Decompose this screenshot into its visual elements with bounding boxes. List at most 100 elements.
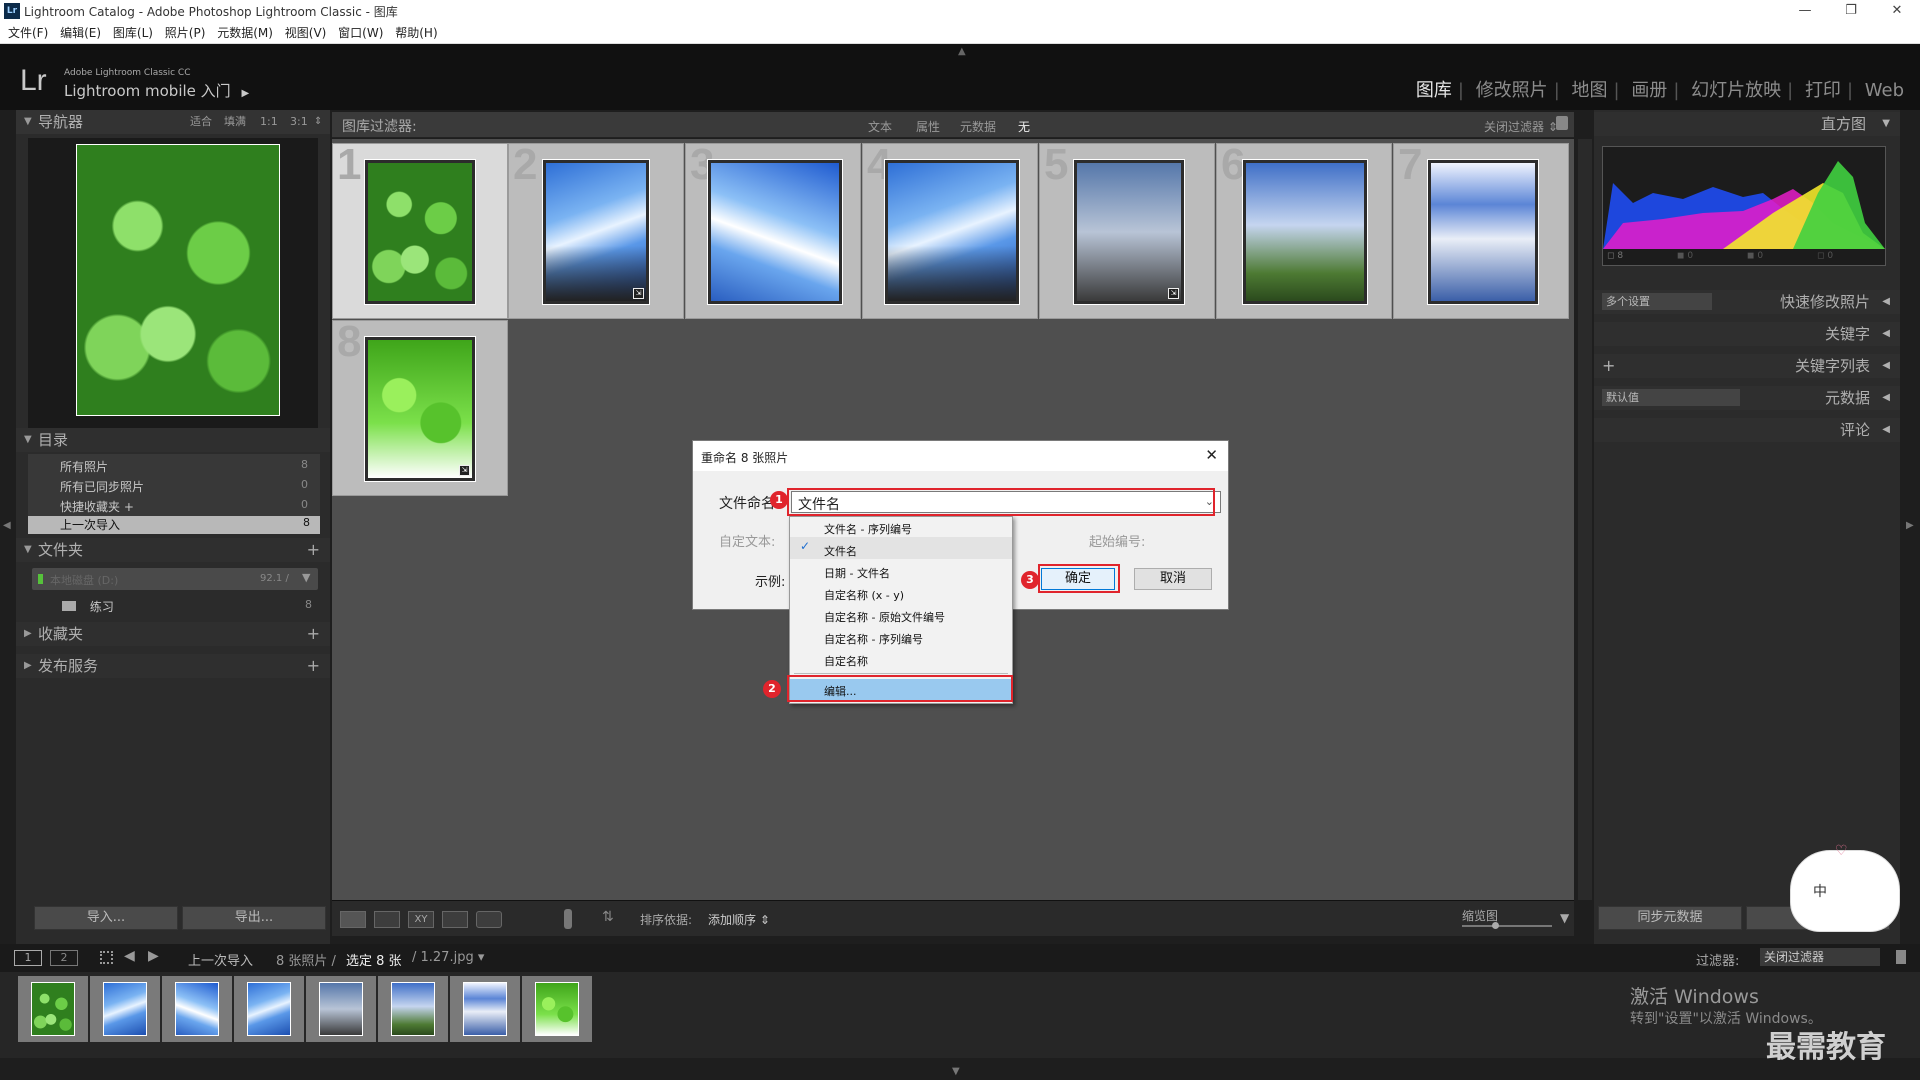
module-print[interactable]: 打印 bbox=[1805, 80, 1841, 101]
ime-cat-widget[interactable]: 中 ♡ bbox=[1790, 843, 1900, 932]
navigator-header[interactable]: ▼ 导航器 适合 填满 1:1 3:1 ⇕ bbox=[16, 110, 330, 134]
add-collection-icon[interactable]: + bbox=[307, 622, 320, 646]
quick-develop-header[interactable]: 快速修改照片 ◀ 多个设置 bbox=[1594, 290, 1900, 314]
filmstrip-thumb[interactable] bbox=[234, 976, 304, 1042]
module-book[interactable]: 画册 bbox=[1631, 80, 1667, 101]
minimize-button[interactable]: — bbox=[1782, 0, 1828, 22]
filmstrip-thumb[interactable] bbox=[522, 976, 592, 1042]
loupe-view-icon[interactable] bbox=[374, 911, 400, 928]
photo-thumbnail[interactable] bbox=[1428, 160, 1538, 304]
catalog-item-previous-import[interactable]: 上一次导入 8 bbox=[28, 516, 320, 534]
menu-window[interactable]: 窗口(W) bbox=[338, 22, 383, 44]
filter-text[interactable]: 文本 bbox=[868, 118, 892, 135]
cancel-button[interactable]: 取消 bbox=[1134, 568, 1212, 590]
sort-order-select[interactable]: 添加顺序 ⇕ bbox=[708, 911, 770, 928]
photo-thumbnail[interactable] bbox=[885, 160, 1019, 304]
photo-thumbnail[interactable] bbox=[708, 160, 842, 304]
grid-cell[interactable]: 4 bbox=[862, 140, 1038, 319]
comments-header[interactable]: 评论 ◀ bbox=[1594, 418, 1900, 442]
menu-metadata[interactable]: 元数据(M) bbox=[217, 22, 273, 44]
restore-button[interactable]: ❐ bbox=[1828, 0, 1874, 22]
naming-option[interactable]: 自定名称 (x - y) bbox=[824, 587, 904, 603]
menu-view[interactable]: 视图(V) bbox=[285, 22, 327, 44]
thumbnail-size-slider[interactable] bbox=[1462, 922, 1552, 929]
module-develop[interactable]: 修改照片 bbox=[1476, 80, 1548, 101]
zoom-menu-arrow-icon[interactable]: ⇕ bbox=[314, 110, 322, 134]
naming-option[interactable]: 文件名 - 序列编号 bbox=[824, 521, 912, 537]
arrow-forward-icon[interactable]: ▶ bbox=[148, 948, 159, 964]
grid-cell[interactable]: 5 ⇲ bbox=[1039, 140, 1215, 319]
lock-icon[interactable] bbox=[1556, 116, 1568, 130]
dialog-close-button[interactable]: ✕ bbox=[1205, 446, 1218, 464]
filmstrip-thumb[interactable] bbox=[162, 976, 232, 1042]
filter-metadata[interactable]: 元数据 bbox=[960, 118, 996, 135]
grid-view-icon[interactable] bbox=[340, 911, 366, 928]
folder-item[interactable]: 练习 8 bbox=[62, 598, 320, 615]
arrow-back-icon[interactable]: ◀ bbox=[124, 948, 135, 964]
collections-header[interactable]: ▶ 收藏夹 + bbox=[16, 622, 330, 646]
filter-none[interactable]: 无 bbox=[1018, 118, 1030, 135]
close-window-button[interactable]: ✕ bbox=[1874, 0, 1920, 22]
current-file-name[interactable]: / 1.27.jpg ▾ bbox=[412, 950, 484, 965]
grid-cell[interactable]: 3 bbox=[685, 140, 861, 319]
add-publish-icon[interactable]: + bbox=[307, 654, 320, 678]
navigator-preview[interactable] bbox=[28, 138, 318, 430]
naming-option[interactable]: 自定名称 bbox=[824, 653, 868, 669]
filter-attribute[interactable]: 属性 bbox=[916, 118, 940, 135]
filter-lock-icon[interactable] bbox=[1896, 950, 1906, 964]
naming-option[interactable]: 自定名称 - 序列编号 bbox=[824, 631, 923, 647]
menu-photo[interactable]: 照片(P) bbox=[165, 22, 206, 44]
sync-metadata-button[interactable]: 同步元数据 bbox=[1598, 906, 1742, 930]
naming-option[interactable]: 自定名称 - 原始文件编号 bbox=[824, 609, 945, 625]
naming-option[interactable]: 日期 - 文件名 bbox=[824, 565, 890, 581]
add-folder-icon[interactable]: + bbox=[307, 538, 320, 562]
keywording-header[interactable]: 关键字 ◀ bbox=[1594, 322, 1900, 346]
filmstrip-thumb[interactable] bbox=[90, 976, 160, 1042]
keyword-list-header[interactable]: + 关键字列表 ◀ bbox=[1594, 354, 1900, 378]
photo-thumbnail[interactable]: ⇲ bbox=[365, 337, 475, 481]
chevron-down-icon[interactable]: ▼ bbox=[302, 571, 310, 584]
mobile-start-link[interactable]: Lightroom mobile 入门 ▶ bbox=[64, 80, 249, 101]
publish-services-header[interactable]: ▶ 发布服务 + bbox=[16, 654, 330, 678]
main-window-button[interactable]: 1 bbox=[14, 950, 42, 966]
histogram[interactable]: ◻ 8 ◼ 0 ◼ 0 ◻ 0 bbox=[1602, 146, 1886, 266]
filmstrip-thumb[interactable] bbox=[306, 976, 376, 1042]
naming-option[interactable]: 文件名 bbox=[824, 543, 857, 559]
add-keyword-icon[interactable]: + bbox=[1602, 354, 1615, 378]
grid-cell[interactable]: 8 ⇲ bbox=[332, 317, 508, 496]
zoom-fit[interactable]: 适合 bbox=[190, 110, 212, 134]
zoom-3-1[interactable]: 3:1 bbox=[290, 110, 308, 134]
top-panel-toggle-icon[interactable]: ▲ bbox=[958, 46, 966, 57]
spray-can-icon[interactable] bbox=[564, 909, 572, 929]
catalog-item-all-photos[interactable]: 所有照片 8 bbox=[60, 458, 318, 475]
grid-cell[interactable]: 7 bbox=[1393, 140, 1569, 319]
module-library[interactable]: 图库 bbox=[1416, 80, 1452, 101]
survey-view-icon[interactable] bbox=[442, 911, 468, 928]
grid-cell[interactable]: 1 bbox=[332, 140, 508, 319]
photo-thumbnail[interactable] bbox=[1243, 160, 1367, 304]
catalog-header[interactable]: ▼ 目录 bbox=[16, 428, 330, 452]
export-button[interactable]: 导出... bbox=[182, 906, 326, 930]
sort-direction-icon[interactable]: ⇅ bbox=[602, 909, 614, 925]
menu-library[interactable]: 图库(L) bbox=[113, 22, 153, 44]
metadata-preset-select[interactable]: 默认值 bbox=[1602, 389, 1740, 406]
left-panel-toggle-icon[interactable]: ◀ bbox=[3, 520, 11, 531]
toolbar-menu-icon[interactable]: ▼ bbox=[1560, 911, 1569, 925]
filmstrip-filter-select[interactable]: 关闭过滤器 bbox=[1760, 948, 1880, 966]
grid-icon[interactable] bbox=[100, 951, 113, 964]
catalog-item-synced[interactable]: 所有已同步照片 0 bbox=[60, 478, 318, 495]
photo-thumbnail[interactable] bbox=[365, 160, 475, 304]
close-filter-dropdown[interactable]: 关闭过滤器 ⇕ bbox=[1484, 118, 1558, 135]
import-button[interactable]: 导入... bbox=[34, 906, 178, 930]
grid-scrollbar[interactable] bbox=[1578, 139, 1592, 900]
menu-file[interactable]: 文件(F) bbox=[8, 22, 48, 44]
bottom-panel-toggle-icon[interactable]: ▼ bbox=[952, 1066, 960, 1077]
filmstrip-thumb[interactable] bbox=[450, 976, 520, 1042]
photo-thumbnail[interactable]: ⇲ bbox=[543, 160, 649, 304]
module-slideshow[interactable]: 幻灯片放映 bbox=[1691, 80, 1781, 101]
folders-header[interactable]: ▼ 文件夹 + bbox=[16, 538, 330, 562]
zoom-1-1[interactable]: 1:1 bbox=[260, 110, 278, 134]
module-web[interactable]: Web bbox=[1865, 80, 1904, 101]
module-map[interactable]: 地图 bbox=[1572, 80, 1608, 101]
right-panel-toggle-icon[interactable]: ▶ bbox=[1906, 520, 1914, 531]
